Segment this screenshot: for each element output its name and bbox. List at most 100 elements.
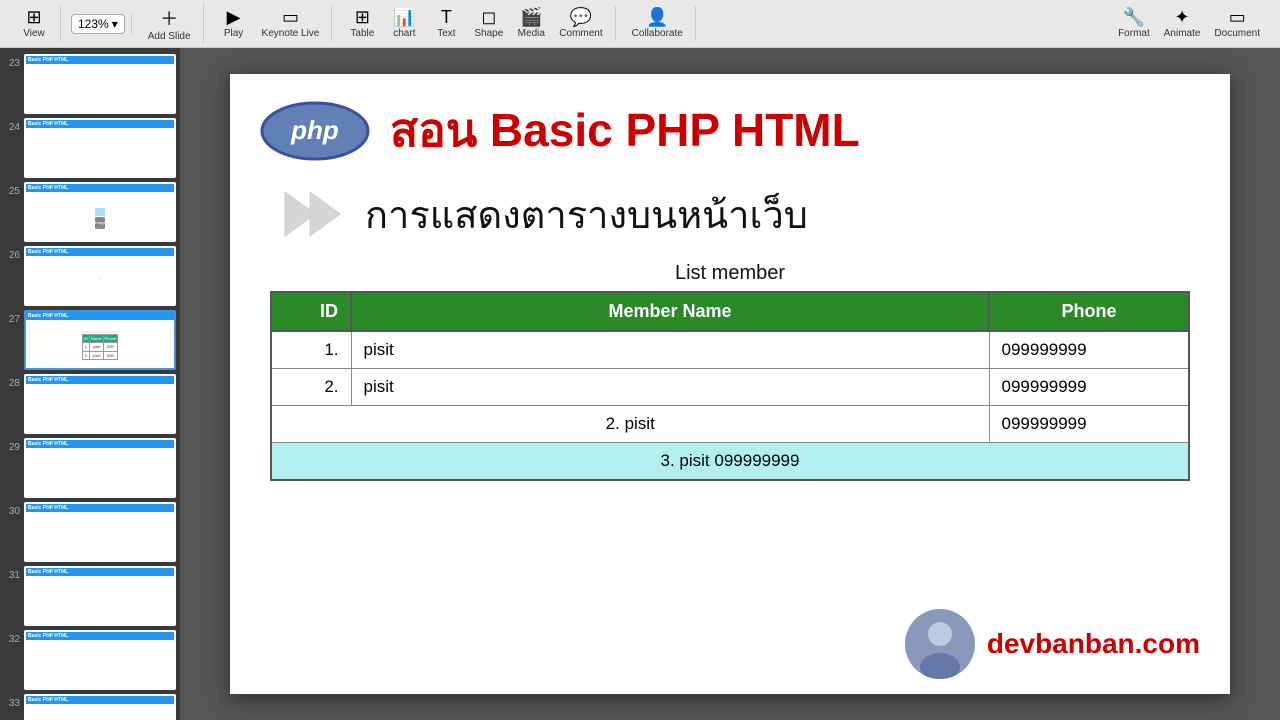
play-arrow-icon xyxy=(280,182,345,247)
view-group: ⊞ View xyxy=(8,6,61,41)
slide-preview-31[interactable]: Basic PHP HTML xyxy=(24,566,176,626)
slide-thumb-33[interactable]: 33 Basic PHP HTML xyxy=(4,694,176,720)
table-row: 2. pisit 099999999 xyxy=(271,406,1189,443)
animate-button[interactable]: ✦ Animate xyxy=(1158,6,1207,41)
format-icon: 🔧 xyxy=(1123,8,1145,26)
avatar xyxy=(905,609,975,679)
plus-icon: ＋ xyxy=(160,5,178,31)
slide-thumb-32[interactable]: 32 Basic PHP HTML xyxy=(4,630,176,690)
slide-preview-33[interactable]: Basic PHP HTML xyxy=(24,694,176,720)
slide-thumb-25[interactable]: 25 Basic PHP HTML image xyxy=(4,182,176,242)
text-icon: T xyxy=(441,8,452,26)
view-icon: ⊞ xyxy=(26,8,41,26)
row1-phone: 099999999 xyxy=(989,331,1189,369)
slide-num-26: 26 xyxy=(4,250,24,261)
slide-preview-28[interactable]: Basic PHP HTML xyxy=(24,374,176,434)
slide-subtitle: การแสดงตารางบนหน้าเว็บ xyxy=(365,184,808,245)
add-slide-button[interactable]: ＋ Add Slide xyxy=(142,3,197,44)
avatar-svg xyxy=(905,609,975,679)
play-button[interactable]: ▶ Play xyxy=(214,6,254,41)
slide-thumb-26[interactable]: 26 Basic PHP HTML xyxy=(4,246,176,306)
svg-text:php: php xyxy=(290,115,339,145)
slide-thumb-24[interactable]: 24 Basic PHP HTML xyxy=(4,118,176,178)
slide-preview-30[interactable]: Basic PHP HTML xyxy=(24,502,176,562)
slide-header: php สอน Basic PHP HTML xyxy=(230,74,1230,177)
row2-id: 2. xyxy=(271,369,351,406)
animate-icon: ✦ xyxy=(1175,8,1190,26)
add-slide-group: ＋ Add Slide xyxy=(136,3,204,44)
slide-thumb-31[interactable]: 31 Basic PHP HTML xyxy=(4,566,176,626)
slide-thumb-23[interactable]: 23 Basic PHP HTML xyxy=(4,54,176,114)
row3-merged-name: 2. pisit xyxy=(271,406,989,443)
slide-num-23: 23 xyxy=(4,58,24,69)
media-icon: 🎬 xyxy=(520,8,542,26)
slide-num-30: 30 xyxy=(4,506,24,517)
comment-button[interactable]: 💬 Comment xyxy=(553,6,608,41)
media-button[interactable]: 🎬 Media xyxy=(511,6,551,41)
slide-num-29: 29 xyxy=(4,442,24,453)
format-button[interactable]: 🔧 Format xyxy=(1112,6,1156,41)
toolbar: ⊞ View 123% ▾ ＋ Add Slide ▶ Play ▭ Keyno… xyxy=(0,0,1280,48)
slide-num-32: 32 xyxy=(4,634,24,645)
slide-preview-26[interactable]: Basic PHP HTML xyxy=(24,246,176,306)
slide-preview-32[interactable]: Basic PHP HTML xyxy=(24,630,176,690)
slide-preview-25[interactable]: Basic PHP HTML image xyxy=(24,182,176,242)
slide-thumb-29[interactable]: 29 Basic PHP HTML xyxy=(4,438,176,498)
comment-icon: 💬 xyxy=(570,8,592,26)
slide-footer: devbanban.com xyxy=(905,609,1200,679)
table-row: 2. pisit 099999999 xyxy=(271,369,1189,406)
shape-icon: ◻ xyxy=(481,8,496,26)
slide-num-24: 24 xyxy=(4,122,24,133)
chart-icon: 📊 xyxy=(393,8,415,26)
row1-id: 1. xyxy=(271,331,351,369)
row2-phone: 099999999 xyxy=(989,369,1189,406)
slide-thumb-27[interactable]: 27 Basic PHP HTML IDNamePhone 1pisit099 … xyxy=(4,310,176,370)
row3-phone: 099999999 xyxy=(989,406,1189,443)
chart-label: chart xyxy=(393,28,415,39)
slide-thumb-30[interactable]: 30 Basic PHP HTML xyxy=(4,502,176,562)
row2-name: pisit xyxy=(351,369,989,406)
table-label: Table xyxy=(350,28,374,39)
col-header-name: Member Name xyxy=(351,292,989,331)
play-icon: ▶ xyxy=(227,8,241,26)
slide-preview-27[interactable]: Basic PHP HTML IDNamePhone 1pisit099 2pi… xyxy=(24,310,176,370)
slide-main: php สอน Basic PHP HTML การแสดงตารางบนหน้… xyxy=(230,74,1230,694)
table-section: List member ID Member Name Phone 1. pisi… xyxy=(230,262,1230,481)
slide-preview-24[interactable]: Basic PHP HTML xyxy=(24,118,176,178)
document-icon: ▭ xyxy=(1229,8,1246,26)
row4-full-merged: 3. pisit 099999999 xyxy=(271,443,1189,481)
collaborate-button[interactable]: 👤 Collaborate xyxy=(626,6,689,41)
view-button[interactable]: ⊞ View xyxy=(14,6,54,41)
slide-title: สอน Basic PHP HTML xyxy=(390,94,860,167)
double-play-svg xyxy=(280,182,345,247)
text-button[interactable]: T Text xyxy=(426,6,466,41)
zoom-selector[interactable]: 123% ▾ xyxy=(71,14,125,34)
slide-num-25: 25 xyxy=(4,186,24,197)
table-icon: ⊞ xyxy=(355,8,370,26)
site-name: devbanban.com xyxy=(987,628,1200,660)
slide-num-31: 31 xyxy=(4,570,24,581)
chart-button[interactable]: 📊 chart xyxy=(384,6,424,41)
text-label: Text xyxy=(437,28,455,39)
slide-preview-29[interactable]: Basic PHP HTML xyxy=(24,438,176,498)
table-button[interactable]: ⊞ Table xyxy=(342,6,382,41)
col-header-phone: Phone xyxy=(989,292,1189,331)
slide-num-27: 27 xyxy=(4,314,24,325)
insert-group: ⊞ Table 📊 chart T Text ◻ Shape 🎬 Media 💬… xyxy=(336,6,615,41)
php-logo: php xyxy=(260,101,370,161)
collaborate-group: 👤 Collaborate xyxy=(620,6,696,41)
zoom-group: 123% ▾ xyxy=(65,14,132,34)
table-caption: List member xyxy=(270,262,1190,285)
slide-canvas[interactable]: php สอน Basic PHP HTML การแสดงตารางบนหน้… xyxy=(180,48,1280,720)
right-tools-group: 🔧 Format ✦ Animate ▭ Document xyxy=(1106,6,1272,41)
document-button[interactable]: ▭ Document xyxy=(1208,6,1266,41)
view-label: View xyxy=(23,28,45,39)
keynote-live-button[interactable]: ▭ Keynote Live xyxy=(256,6,326,41)
slide-preview-23[interactable]: Basic PHP HTML xyxy=(24,54,176,114)
slide-thumb-28[interactable]: 28 Basic PHP HTML xyxy=(4,374,176,434)
slide-panel[interactable]: 23 Basic PHP HTML 24 Basic PHP HTML xyxy=(0,48,180,720)
collaborate-icon: 👤 xyxy=(646,8,668,26)
shape-button[interactable]: ◻ Shape xyxy=(468,6,509,41)
format-label: Format xyxy=(1118,28,1150,39)
chevron-down-icon: ▾ xyxy=(112,17,118,31)
